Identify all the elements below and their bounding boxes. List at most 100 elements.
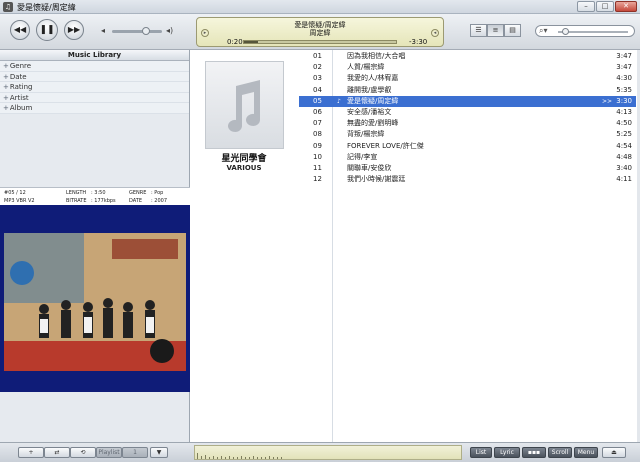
track-number: 10 <box>313 152 322 161</box>
library-item-label: Rating <box>9 83 33 91</box>
library-item-date[interactable]: +Date <box>0 71 189 82</box>
album-cover-image <box>4 233 186 371</box>
track-title: 我愛的人/林宥嘉 <box>347 74 399 83</box>
library-item-label: Genre <box>9 62 32 70</box>
track-row[interactable]: 01 因為我相信/大合唱 3:47 <box>299 51 636 62</box>
track-length: 5:25 <box>616 130 632 139</box>
search-zoom-control[interactable]: ⌕▾ <box>535 25 635 37</box>
scroll-button[interactable]: Scroll <box>548 447 572 458</box>
eject-button[interactable]: ⏏ <box>602 447 626 458</box>
expand-icon[interactable]: + <box>3 73 9 81</box>
length-value: : 3:50 <box>91 190 106 196</box>
track-title: 因為我相信/大合唱 <box>347 52 406 60</box>
album-cover-panel <box>0 205 190 392</box>
library-item-label: Date <box>9 72 27 81</box>
library-item-album[interactable]: +Album <box>0 103 189 114</box>
library-header: Music Library <box>0 50 189 61</box>
expand-icon[interactable]: + <box>3 62 9 70</box>
track-length: 4:54 <box>616 141 632 150</box>
track-number: 11 <box>313 164 322 172</box>
seek-bar[interactable] <box>243 40 397 44</box>
track-row[interactable]: 12 我們小時候/謝震廷 4:11 <box>299 174 636 185</box>
library-item-genre[interactable]: +Genre <box>0 61 189 72</box>
zoom-slider[interactable] <box>558 28 628 35</box>
date-label: DATE <box>129 198 143 204</box>
zoom-knob[interactable] <box>562 28 569 35</box>
track-row[interactable]: 07 無盡的愛/劉明峰 4:50 <box>299 118 636 129</box>
expand-icon[interactable]: + <box>3 94 9 102</box>
track-row[interactable]: 03 我愛的人/林宥嘉 4:30 <box>299 73 636 84</box>
track-row[interactable]: 11 關聯車/安俊欣 3:40 <box>299 163 636 174</box>
list-button[interactable]: List <box>470 447 492 458</box>
playlist-label[interactable]: Playlist <box>96 447 122 458</box>
volume-high-icon: ◂) <box>166 26 174 35</box>
seek-progress <box>244 41 258 43</box>
library-item-label: Artist <box>9 93 29 102</box>
track-number: 02 <box>313 63 322 72</box>
track-row[interactable]: 02 人質/楊宗緯 3:47 <box>299 62 636 73</box>
bottom-bar: + ⇄ ⟲ Playlist 1 ▼ List Lyric ▪▪▪ Scroll… <box>0 442 640 462</box>
shuffle-button[interactable]: ⇄ <box>44 447 70 458</box>
album-artist: VARIOUS <box>226 164 262 172</box>
view-album-icon[interactable]: ▤ <box>504 24 521 37</box>
display-right-icon[interactable]: ◂ <box>431 29 439 37</box>
bitrate-label: BITRATE <box>66 198 87 204</box>
track-title: 記得/李宣 <box>347 152 378 161</box>
previous-button[interactable]: ◀◀ <box>10 20 30 40</box>
library-item-artist[interactable]: +Artist <box>0 92 189 103</box>
track-number: 05 <box>313 96 322 105</box>
track-row[interactable]: 04 離開我/盧學叡 5:35 <box>299 85 636 96</box>
volume-slider[interactable] <box>112 27 162 35</box>
track-length: 3:40 <box>616 164 632 172</box>
expand-icon[interactable]: + <box>3 83 9 91</box>
close-button[interactable]: ✕ <box>615 1 637 12</box>
maximize-button[interactable]: □ <box>596 1 614 12</box>
track-title: 愛是懷疑/周定緯 <box>347 96 399 105</box>
track-title: 離開我/盧學叡 <box>347 85 392 94</box>
track-title: 關聯車/安俊欣 <box>347 164 392 172</box>
album-art-panel: 星光同學會 VARIOUS <box>191 50 297 442</box>
track-row[interactable]: 10 記得/李宣 4:48 <box>299 152 636 163</box>
track-length: 4:11 <box>616 175 632 184</box>
track-title: 人質/楊宗緯 <box>347 63 385 72</box>
menu-button[interactable]: Menu <box>574 447 598 458</box>
volume-knob[interactable] <box>142 27 151 35</box>
library-item-label: Album <box>9 104 33 112</box>
expand-icon[interactable]: + <box>3 104 9 112</box>
genre-value: : Pop <box>151 190 164 196</box>
now-playing-icon: ♪ <box>337 97 341 105</box>
add-button[interactable]: + <box>18 447 44 458</box>
track-list: 01 因為我相信/大合唱 3:47 02 人質/楊宗緯 3:47 03 我愛的人/林宥嘉 4:3… <box>297 50 640 442</box>
album-art-placeholder <box>205 61 284 149</box>
search-icon[interactable]: ⌕▾ <box>539 26 548 36</box>
window-title: 愛是懷疑/周定緯 <box>17 3 76 12</box>
track-info-panel: #05 / 12 MP3 VBR V2 LENGTH : 3:50 BITRAT… <box>0 187 190 205</box>
music-note-icon <box>228 80 260 132</box>
remaining-time: -3:30 <box>409 38 428 46</box>
view-list-icon[interactable]: ☰ <box>470 24 487 37</box>
track-number: 03 <box>313 74 322 83</box>
date-value: : 2007 <box>151 198 167 204</box>
playing-cursor-icon: >> <box>601 97 612 105</box>
next-button[interactable]: ▶▶ <box>64 20 84 40</box>
library-item-rating[interactable]: +Rating <box>0 82 189 93</box>
playlist-number[interactable]: 1 <box>122 447 148 458</box>
track-row[interactable]: 06 安全感/潘裕文 4:13 <box>299 107 636 118</box>
repeat-button[interactable]: ⟲ <box>70 447 96 458</box>
app-icon[interactable]: ♫ <box>3 2 13 12</box>
pause-button[interactable]: ❚❚ <box>36 19 58 41</box>
track-row[interactable]: 05 ♪ >> 愛是懷疑/周定緯 3:30 <box>299 95 636 107</box>
lyric-button[interactable]: Lyric <box>494 447 520 458</box>
view-toggle-group: ☰ ≡ ▤ <box>470 24 521 37</box>
track-title: 我們小時候/謝震廷 <box>347 175 406 184</box>
minimize-button[interactable]: – <box>577 1 595 12</box>
genre-label: GENRE <box>129 190 147 196</box>
track-length: 3:30 <box>616 96 632 105</box>
track-row[interactable]: 09 FOREVER LOVE/許仁傑 4:54 <box>299 141 636 152</box>
view-detail-icon[interactable]: ≡ <box>487 24 504 37</box>
equalizer-button[interactable]: ▪▪▪ <box>522 447 546 458</box>
track-row[interactable]: 08 背叛/楊宗緯 5:25 <box>299 129 636 140</box>
track-length: 4:48 <box>616 152 632 161</box>
playlist-dropdown[interactable]: ▼ <box>150 447 168 458</box>
display-left-icon[interactable]: ▸ <box>201 29 209 37</box>
